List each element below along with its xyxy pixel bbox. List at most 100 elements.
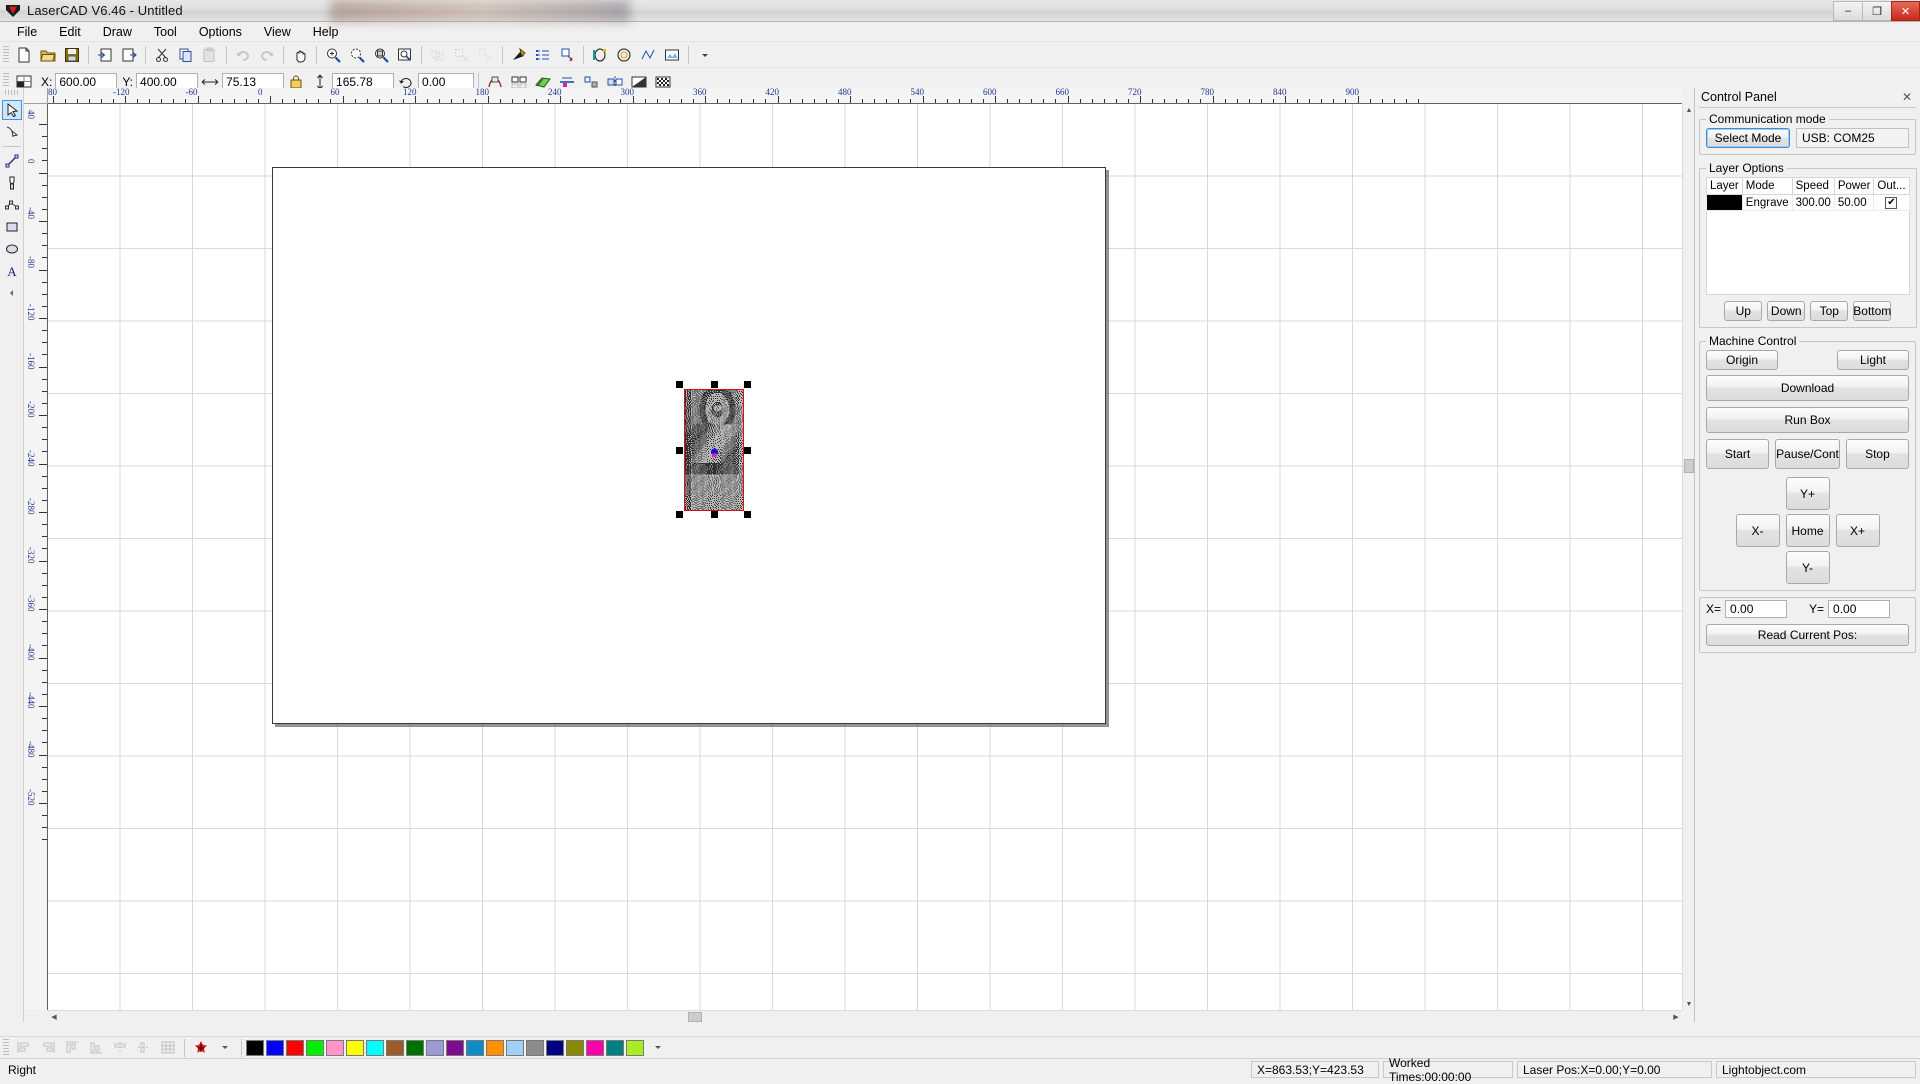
line-tool[interactable] <box>2 151 22 171</box>
scroll-left-icon[interactable]: ◀ <box>48 1011 60 1022</box>
color-swatch[interactable] <box>606 1040 624 1056</box>
color-swatch[interactable] <box>486 1040 504 1056</box>
color-swatch[interactable] <box>266 1040 284 1056</box>
select-arrow-tool[interactable] <box>2 100 22 120</box>
layer-speed-cell[interactable]: 300.00 <box>1792 195 1834 211</box>
selection-handle[interactable] <box>744 447 751 454</box>
pan-hand-icon[interactable] <box>289 44 311 66</box>
horizontal-scroll-thumb[interactable] <box>688 1012 702 1022</box>
pos-x-input[interactable]: 0.00 <box>1725 600 1787 618</box>
jog-y-minus-button[interactable]: Y- <box>1786 551 1830 584</box>
align-right-icon[interactable] <box>37 1037 59 1059</box>
color-swatch[interactable] <box>526 1040 544 1056</box>
color-swatch[interactable] <box>366 1040 384 1056</box>
color-swatch[interactable] <box>406 1040 424 1056</box>
drawing-canvas[interactable] <box>48 104 1682 1010</box>
selection-handle[interactable] <box>744 511 751 518</box>
pos-y-input[interactable]: 0.00 <box>1828 600 1890 618</box>
color-swatch[interactable] <box>246 1040 264 1056</box>
select-mode-button[interactable]: Select Mode <box>1706 128 1790 148</box>
color-swatch[interactable] <box>286 1040 304 1056</box>
scroll-right-icon[interactable]: ▶ <box>1670 1011 1682 1022</box>
layer-list-icon[interactable] <box>532 44 554 66</box>
menu-draw[interactable]: Draw <box>92 23 143 41</box>
toolbar-grip[interactable] <box>5 90 19 95</box>
layer-output-cell[interactable]: ✔ <box>1874 195 1909 211</box>
close-button[interactable]: ✕ <box>1891 1 1920 21</box>
arrange-icon[interactable] <box>556 44 578 66</box>
color-swatch[interactable] <box>626 1040 644 1056</box>
pen-tool[interactable] <box>2 173 22 193</box>
scroll-down-icon[interactable]: ▼ <box>1683 998 1694 1010</box>
read-current-pos-button[interactable]: Read Current Pos: <box>1706 624 1909 646</box>
object-center-anchor[interactable] <box>710 446 719 455</box>
scroll-up-icon[interactable]: ▲ <box>1683 104 1694 116</box>
color-swatch[interactable] <box>586 1040 604 1056</box>
rectangle-tool[interactable] <box>2 217 22 237</box>
selection-handle[interactable] <box>744 381 751 388</box>
light-button[interactable]: Light <box>1837 350 1909 370</box>
selection-handle[interactable] <box>676 381 683 388</box>
align-center-vertical-icon[interactable] <box>109 1037 131 1059</box>
color-swatch[interactable] <box>306 1040 324 1056</box>
group-icon[interactable] <box>427 44 449 66</box>
text-a-icon[interactable]: A <box>2 261 22 281</box>
layer-output-checkbox[interactable]: ✔ <box>1885 197 1897 209</box>
node-edit-tool[interactable] <box>2 122 22 142</box>
pause-cont-button[interactable]: Pause/Cont <box>1775 439 1840 469</box>
open-file-icon[interactable] <box>37 44 59 66</box>
selection-handle[interactable] <box>676 447 683 454</box>
vertical-scroll-thumb[interactable] <box>1684 459 1694 473</box>
toolbar-overflow-chevron-down-icon[interactable] <box>694 44 716 66</box>
color-swatch[interactable] <box>506 1040 524 1056</box>
save-file-icon[interactable] <box>61 44 83 66</box>
zoom-in-out-icon[interactable] <box>322 44 344 66</box>
layer-up-button[interactable]: Up <box>1724 301 1762 321</box>
toolbar-grip[interactable] <box>3 1039 9 1057</box>
download-button[interactable]: Download <box>1706 375 1909 401</box>
menu-file[interactable]: File <box>6 23 48 41</box>
selection-handle[interactable] <box>711 511 718 518</box>
origin-button[interactable]: Origin <box>1706 350 1778 370</box>
menu-options[interactable]: Options <box>188 23 253 41</box>
selection-handle[interactable] <box>676 511 683 518</box>
horizontal-scrollbar[interactable]: ◀ ▶ <box>48 1010 1682 1022</box>
cut-icon[interactable] <box>151 44 173 66</box>
tools-overflow-icon[interactable] <box>2 283 22 303</box>
ellipse-tool[interactable] <box>2 239 22 259</box>
ungroup-all-icon[interactable] <box>475 44 497 66</box>
jog-y-plus-button[interactable]: Y+ <box>1786 477 1830 510</box>
vertical-scrollbar[interactable]: ▲ ▼ <box>1682 104 1694 1010</box>
color-swatch[interactable] <box>546 1040 564 1056</box>
redo-icon[interactable] <box>256 44 278 66</box>
menu-edit[interactable]: Edit <box>48 23 92 41</box>
chevron-down-icon[interactable] <box>214 1037 236 1059</box>
undo-icon[interactable] <box>232 44 254 66</box>
distribute-grid-icon[interactable] <box>157 1037 179 1059</box>
zoom-extents-icon[interactable] <box>370 44 392 66</box>
jog-home-button[interactable]: Home <box>1786 514 1830 547</box>
color-swatch[interactable] <box>386 1040 404 1056</box>
export-icon[interactable] <box>118 44 140 66</box>
zoom-page-icon[interactable] <box>394 44 416 66</box>
run-box-button[interactable]: Run Box <box>1706 407 1909 433</box>
menu-tool[interactable]: Tool <box>143 23 188 41</box>
align-bottom-icon[interactable] <box>85 1037 107 1059</box>
current-color-picker-icon[interactable] <box>190 1037 212 1059</box>
polyline-tool[interactable] <box>2 195 22 215</box>
menu-help[interactable]: Help <box>302 23 350 41</box>
color-swatch[interactable] <box>426 1040 444 1056</box>
layer-name-cell[interactable]: BMP <box>1707 195 1743 211</box>
node-tool-icon[interactable] <box>508 44 530 66</box>
jog-x-minus-button[interactable]: X- <box>1736 514 1780 547</box>
minimize-button[interactable]: – <box>1833 1 1862 21</box>
maximize-button[interactable]: ❐ <box>1862 1 1891 21</box>
stop-button[interactable]: Stop <box>1846 439 1909 469</box>
align-left-icon[interactable] <box>13 1037 35 1059</box>
color-swatch[interactable] <box>326 1040 344 1056</box>
curve-edit-icon[interactable] <box>589 44 611 66</box>
layer-mode-cell[interactable]: Engrave <box>1742 195 1792 211</box>
ungroup-icon[interactable] <box>451 44 473 66</box>
start-button[interactable]: Start <box>1706 439 1769 469</box>
path-optimize-icon[interactable] <box>637 44 659 66</box>
